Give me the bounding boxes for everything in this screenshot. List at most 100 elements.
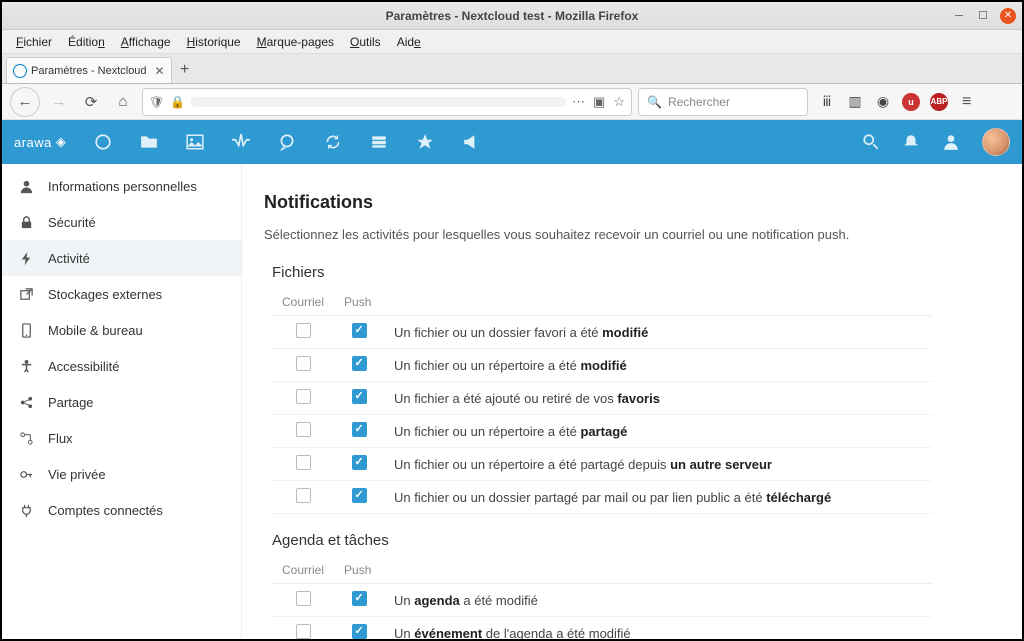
files-icon[interactable]	[140, 133, 158, 151]
sidebar-item-label: Partage	[48, 395, 94, 410]
home-button[interactable]: ⌂	[110, 89, 136, 115]
email-checkbox[interactable]	[296, 356, 311, 371]
plug-icon	[18, 502, 34, 518]
nc-search-icon[interactable]	[862, 133, 880, 151]
menu-affichage[interactable]: Affichage	[115, 33, 177, 51]
push-checkbox[interactable]	[352, 422, 367, 437]
announce-icon[interactable]	[462, 133, 480, 151]
sidebar-item-external[interactable]: Stockages externes	[2, 276, 241, 312]
more-icon[interactable]: ⋯	[572, 94, 585, 110]
email-checkbox[interactable]	[296, 488, 311, 503]
sidebar-item-activity[interactable]: Activité	[2, 240, 241, 276]
menu-edition[interactable]: Édition	[62, 33, 111, 51]
menu-outils[interactable]: Outils	[344, 33, 387, 51]
sidebar-item-label: Mobile & bureau	[48, 323, 143, 338]
url-text	[191, 97, 566, 107]
row-description: Un fichier ou un répertoire a été partag…	[384, 448, 932, 481]
library-icon[interactable]: ⅲ	[818, 93, 836, 111]
tab-favicon-icon	[13, 64, 27, 78]
address-bar[interactable]: 🛡 🔒 ⋯ ▣ ☆	[142, 88, 632, 116]
push-checkbox[interactable]	[352, 356, 367, 371]
photos-icon[interactable]	[186, 133, 204, 151]
sync-icon[interactable]	[324, 133, 342, 151]
ext1-icon[interactable]: ◉	[874, 93, 892, 111]
reader-icon[interactable]: ▣	[593, 94, 605, 110]
sidebar-item-accessibility[interactable]: Accessibilité	[2, 348, 241, 384]
reload-button[interactable]: ⟳	[78, 89, 104, 115]
row-description: Un fichier ou un répertoire a été partag…	[384, 415, 932, 448]
main-content: Notifications Sélectionnez les activités…	[242, 164, 1022, 639]
email-checkbox[interactable]	[296, 624, 311, 639]
push-checkbox[interactable]	[352, 591, 367, 606]
menu-marquepages[interactable]: Marque-pages	[251, 33, 340, 51]
push-checkbox[interactable]	[352, 488, 367, 503]
share-icon	[18, 394, 34, 410]
email-checkbox[interactable]	[296, 591, 311, 606]
menu-historique[interactable]: Historique	[181, 33, 247, 51]
adblock-icon[interactable]: ABP	[930, 93, 948, 111]
tab-close-icon[interactable]: ✕	[155, 64, 165, 78]
table-row: Un fichier ou un dossier partagé par mai…	[272, 481, 932, 514]
contacts-icon[interactable]	[942, 133, 960, 151]
push-checkbox[interactable]	[352, 389, 367, 404]
user-avatar[interactable]	[982, 128, 1010, 156]
email-checkbox[interactable]	[296, 422, 311, 437]
sidebar-item-personal[interactable]: Informations personnelles	[2, 168, 241, 204]
nextcloud-logo[interactable]: arawa◈	[14, 134, 66, 150]
col-push: Push	[334, 289, 384, 316]
back-button[interactable]: ←	[10, 87, 40, 117]
email-checkbox[interactable]	[296, 389, 311, 404]
sidebar-item-label: Stockages externes	[48, 287, 162, 302]
section-agenda-title: Agenda et tâches	[272, 532, 1022, 549]
page-subtitle: Sélectionnez les activités pour lesquell…	[264, 227, 1022, 242]
forward-button[interactable]: →	[46, 89, 72, 115]
sidebar-icon[interactable]: ▥	[846, 93, 864, 111]
sidebar-item-security[interactable]: Sécurité	[2, 204, 241, 240]
new-tab-button[interactable]: +	[172, 57, 198, 83]
agenda-table: Courriel Push Un agenda a été modifiéUn …	[272, 557, 932, 639]
files-table: Courriel Push Un fichier ou un dossier f…	[272, 289, 932, 514]
menu-aide[interactable]: Aide	[391, 33, 427, 51]
col-push: Push	[334, 557, 384, 584]
person-icon	[18, 178, 34, 194]
ublock-icon[interactable]: u	[902, 93, 920, 111]
dashboard-icon[interactable]	[94, 133, 112, 151]
email-checkbox[interactable]	[296, 323, 311, 338]
row-description: Un agenda a été modifié	[384, 584, 932, 617]
row-description: Un fichier ou un dossier favori a été mo…	[384, 316, 932, 349]
sidebar-item-flow[interactable]: Flux	[2, 420, 241, 456]
deck-icon[interactable]	[370, 133, 388, 151]
sidebar-item-label: Vie privée	[48, 467, 106, 482]
lightning-icon	[18, 250, 34, 266]
row-description: Un fichier ou un répertoire a été modifi…	[384, 349, 932, 382]
page-title: Notifications	[264, 192, 1022, 213]
minimize-button[interactable]: ─	[952, 9, 966, 23]
push-checkbox[interactable]	[352, 323, 367, 338]
row-description: Un fichier a été ajouté ou retiré de vos…	[384, 382, 932, 415]
search-icon: 🔍	[647, 95, 662, 109]
sidebar-item-privacy[interactable]: Vie privée	[2, 456, 241, 492]
sidebar-item-label: Flux	[48, 431, 73, 446]
push-checkbox[interactable]	[352, 624, 367, 639]
hamburger-button[interactable]: ≡	[962, 93, 971, 111]
close-button[interactable]: ✕	[1000, 8, 1016, 24]
sidebar-item-mobile[interactable]: Mobile & bureau	[2, 312, 241, 348]
bookmark-star-icon[interactable]: ☆	[613, 94, 625, 110]
lock-icon: 🔒	[170, 95, 185, 109]
notifications-icon[interactable]	[902, 133, 920, 151]
talk-icon[interactable]	[278, 133, 296, 151]
email-checkbox[interactable]	[296, 455, 311, 470]
maximize-button[interactable]: ☐	[976, 9, 990, 23]
tab-title: Paramètres - Nextcloud	[31, 65, 147, 77]
browser-tab[interactable]: Paramètres - Nextcloud ✕	[6, 57, 172, 83]
col-email: Courriel	[272, 557, 334, 584]
bookmarks-icon[interactable]	[416, 133, 434, 151]
sidebar-item-connected[interactable]: Comptes connectés	[2, 492, 241, 528]
table-row: Un événement de l'agenda a été modifié	[272, 617, 932, 640]
activity-icon[interactable]	[232, 133, 250, 151]
menu-fichier[interactable]: Fichier	[10, 33, 58, 51]
search-box[interactable]: 🔍 Rechercher	[638, 88, 808, 116]
push-checkbox[interactable]	[352, 455, 367, 470]
browser-urlbar: ← → ⟳ ⌂ 🛡 🔒 ⋯ ▣ ☆ 🔍 Rechercher ⅲ ▥ ◉ u A…	[2, 84, 1022, 120]
sidebar-item-sharing[interactable]: Partage	[2, 384, 241, 420]
